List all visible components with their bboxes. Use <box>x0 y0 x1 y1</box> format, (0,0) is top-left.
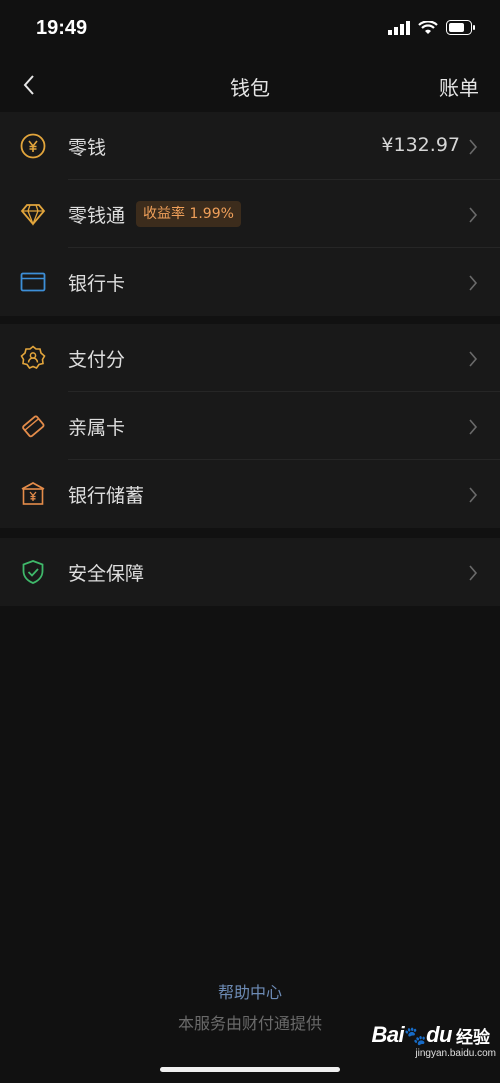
row-family-card[interactable]: 亲属卡 <box>0 392 500 460</box>
chevron-right-icon <box>469 487 478 503</box>
row-security[interactable]: 安全保障 <box>0 538 500 606</box>
chevron-right-icon <box>469 351 478 367</box>
chevron-right-icon <box>469 275 478 291</box>
yuan-coin-icon <box>20 133 46 159</box>
watermark-url: jingyan.baidu.com <box>415 1048 496 1059</box>
row-lingqiantong-label: 零钱通 <box>68 205 126 227</box>
row-security-label: 安全保障 <box>68 563 145 585</box>
wallet-group-funds: 零钱 ¥132.97 零钱通 收益率 1.99% 银行卡 <box>0 112 500 316</box>
pay-score-icon <box>20 345 46 369</box>
signal-icon <box>388 20 410 35</box>
status-icons <box>388 20 476 35</box>
chevron-right-icon <box>469 419 478 435</box>
row-change-label: 零钱 <box>68 137 107 159</box>
help-center-link[interactable]: 帮助中心 <box>0 979 500 1003</box>
row-change[interactable]: 零钱 ¥132.97 <box>0 112 500 180</box>
row-pay-score-label: 支付分 <box>68 349 126 371</box>
status-time: 19:49 <box>36 17 88 39</box>
row-bank-savings[interactable]: 银行储蓄 <box>0 460 500 528</box>
row-pay-score[interactable]: 支付分 <box>0 324 500 392</box>
row-family-card-label: 亲属卡 <box>68 417 126 439</box>
chevron-right-icon <box>469 207 478 223</box>
chevron-right-icon <box>469 565 478 581</box>
change-balance: ¥132.97 <box>381 134 460 156</box>
row-bank-card-label: 银行卡 <box>68 273 126 295</box>
wallet-group-services: 支付分 亲属卡 银行储蓄 <box>0 324 500 528</box>
bill-button[interactable]: 账单 <box>439 72 479 101</box>
baidu-logo-text: Bai🐾du <box>371 1022 452 1047</box>
battery-icon <box>446 20 475 35</box>
row-lingqiantong[interactable]: 零钱通 收益率 1.99% <box>0 180 500 248</box>
bank-savings-icon <box>21 481 45 505</box>
shield-check-icon <box>22 560 44 584</box>
paw-icon: 🐾 <box>404 1026 427 1046</box>
page-title: 钱包 <box>230 76 270 100</box>
watermark-text: 经验 <box>456 1028 490 1047</box>
yield-rate-badge: 收益率 1.99% <box>136 201 241 227</box>
nav-bar: 钱包 账单 <box>0 58 500 112</box>
row-bank-savings-label: 银行储蓄 <box>68 485 145 507</box>
baidu-watermark: Bai🐾du 经验 <box>371 1022 490 1048</box>
chevron-right-icon <box>469 139 478 155</box>
home-indicator <box>160 1067 340 1072</box>
diamond-icon <box>20 204 46 226</box>
row-bank-card[interactable]: 银行卡 <box>0 248 500 316</box>
family-card-icon <box>22 415 45 438</box>
bank-card-icon <box>20 272 46 292</box>
wifi-icon <box>418 20 438 34</box>
wallet-group-security: 安全保障 <box>0 538 500 606</box>
status-bar: 19:49 <box>0 0 500 58</box>
